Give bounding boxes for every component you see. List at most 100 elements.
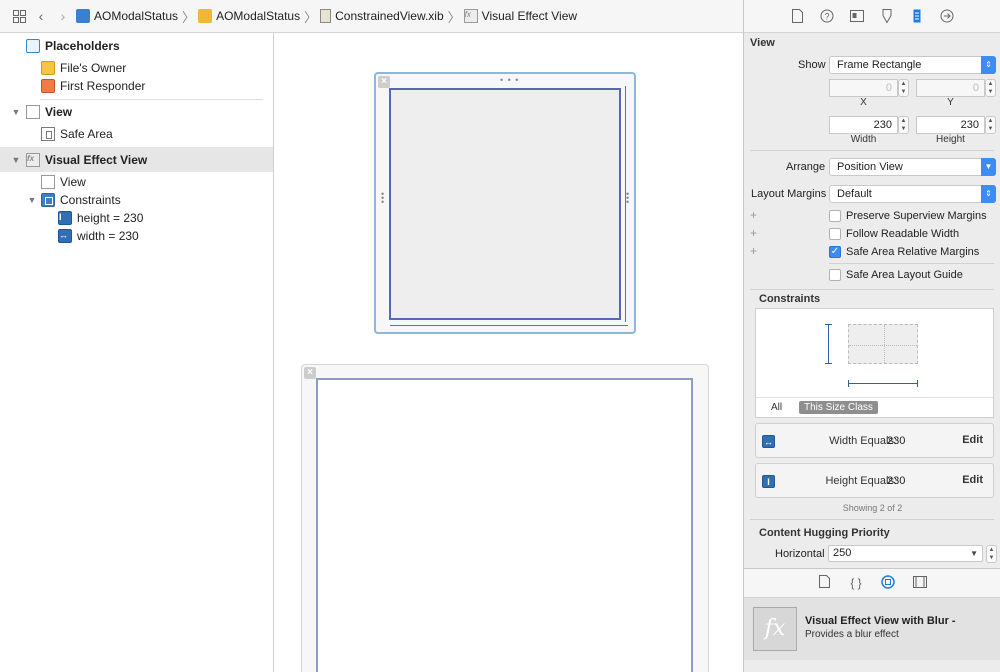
y-stepper[interactable]: ▲ ▼ — [985, 79, 996, 97]
grid-line — [884, 325, 885, 363]
y-field[interactable]: 0 — [916, 79, 985, 97]
view-section-title: View — [750, 37, 775, 49]
horizontal-label: Horizontal — [775, 548, 825, 560]
identity-inspector-icon[interactable] — [849, 8, 865, 24]
code-snippet-icon[interactable]: { } — [848, 576, 864, 590]
tab-this-size-class[interactable]: This Size Class — [799, 401, 878, 414]
inspector-toolbar: ? — [743, 0, 1000, 33]
width-stepper[interactable]: ▲ ▼ — [898, 116, 909, 134]
resize-handle-top-icon[interactable]: • • • — [500, 76, 519, 85]
width-caption: Width — [850, 134, 877, 145]
preserve-superview-margins-checkbox[interactable] — [829, 210, 841, 222]
outline-placeholders[interactable]: Placeholders — [0, 37, 273, 55]
horizontal-priority-stepper[interactable]: ▲ ▼ — [986, 545, 997, 563]
breadcrumb-visual-effect-view[interactable]: fx Visual Effect View — [463, 9, 577, 23]
outline-safe-area[interactable]: Safe Area — [0, 125, 273, 143]
visual-effect-view-scene[interactable]: × • • • • • • • • • — [374, 72, 636, 334]
object-library: fx Visual Effect View with Blur - Provid… — [743, 598, 1000, 672]
library-item-title-suffix: - — [948, 615, 956, 627]
attributes-inspector-icon[interactable] — [879, 8, 895, 24]
view-scene[interactable]: × — [301, 364, 709, 672]
safe-area-relative-margins-label: Safe Area Relative Margins — [846, 246, 980, 258]
height-stepper[interactable]: ▲ ▼ — [985, 116, 996, 134]
disclosure-triangle-icon[interactable]: ▼ — [11, 155, 21, 165]
breadcrumb-project[interactable]: AOModalStatus — [76, 9, 178, 23]
outline-height-constraint[interactable]: I height = 230 — [0, 209, 273, 227]
horizontal-priority-field[interactable]: 250 ▼ — [828, 545, 983, 562]
outline-visual-effect-view[interactable]: ▼ fx Visual Effect View — [0, 148, 273, 172]
disclosure-triangle-icon[interactable]: ▼ — [11, 107, 21, 117]
add-variation-icon[interactable]: + — [750, 208, 757, 222]
constraint-filter-tabs: All This Size Class — [756, 397, 993, 417]
width-constraint-indicator — [848, 380, 918, 387]
width-constraint-icon: ↔ — [762, 435, 775, 448]
breadcrumb-folder[interactable]: AOModalStatus — [198, 9, 300, 23]
visual-effect-view-content[interactable] — [389, 88, 621, 320]
library-item-title-text: Visual Effect View with Blur — [805, 615, 949, 627]
media-library-icon[interactable] — [912, 575, 928, 591]
library-toolbar: { } — [743, 568, 1000, 598]
view-icon — [26, 105, 40, 119]
file-template-icon[interactable] — [816, 575, 832, 591]
safe-area-layout-guide-label: Safe Area Layout Guide — [846, 269, 963, 281]
view-icon — [41, 175, 55, 189]
disclosure-triangle-icon[interactable]: ▼ — [27, 195, 37, 205]
x-stepper[interactable]: ▲ ▼ — [898, 79, 909, 97]
related-items-icon[interactable] — [10, 6, 28, 26]
library-item-visual-effect-view-blur[interactable]: fx Visual Effect View with Blur - Provid… — [744, 598, 1000, 660]
divider — [750, 150, 994, 151]
forward-arrow-icon[interactable]: › — [54, 6, 72, 26]
size-inspector-icon[interactable] — [909, 8, 925, 24]
library-item-title: Visual Effect View with Blur - — [805, 615, 956, 627]
document-outline: Placeholders File's Owner First Responde… — [0, 33, 274, 672]
safe-area-relative-margins-checkbox[interactable]: ✓ — [829, 246, 841, 258]
back-arrow-icon[interactable]: ‹ — [32, 6, 50, 26]
preserve-superview-margins-label: Preserve Superview Margins — [846, 210, 987, 222]
resize-handle-left-icon[interactable]: • • • — [381, 190, 385, 207]
constraint-value: 230 — [887, 435, 906, 447]
show-popup[interactable]: Frame Rectangle ⇕ — [829, 56, 996, 74]
quick-help-icon[interactable]: ? — [819, 8, 835, 24]
combo-arrow-icon[interactable]: ▼ — [970, 546, 978, 561]
add-variation-icon[interactable]: + — [750, 244, 757, 258]
view-scene-content[interactable] — [316, 378, 693, 672]
height-constraint-line[interactable] — [625, 86, 626, 322]
placeholder-cube-icon — [26, 39, 40, 53]
scene-close-icon[interactable]: × — [304, 367, 316, 379]
outline-width-constraint[interactable]: ↔ width = 230 — [0, 227, 273, 245]
svg-text:?: ? — [824, 12, 829, 22]
file-inspector-icon[interactable] — [789, 8, 805, 24]
height-constraint-row[interactable]: I Height Equals: 230 Edit — [755, 463, 994, 498]
constraints-diagram[interactable]: All This Size Class — [755, 308, 994, 418]
width-constraint-row[interactable]: ↔ Width Equals: 230 Edit — [755, 423, 994, 458]
safe-area-layout-guide-checkbox[interactable] — [829, 269, 841, 281]
add-variation-icon[interactable]: + — [750, 226, 757, 240]
scene-close-icon[interactable]: × — [378, 76, 390, 88]
popup-arrows-icon: ⇕ — [981, 185, 996, 203]
height-field[interactable]: 230 — [916, 116, 985, 134]
outline-files-owner[interactable]: File's Owner — [0, 59, 273, 77]
interface-builder-canvas[interactable]: × • • • • • • • • • × — [274, 33, 743, 672]
popup-arrow-icon: ▼ — [981, 158, 996, 176]
layout-margins-popup[interactable]: Default ⇕ — [829, 185, 996, 203]
outline-first-responder[interactable]: First Responder — [0, 77, 273, 95]
visual-effect-icon: fx — [463, 9, 478, 23]
grid-line — [849, 345, 917, 346]
edit-constraint-button[interactable]: Edit — [962, 474, 983, 486]
connections-inspector-icon[interactable] — [939, 8, 955, 24]
x-field[interactable]: 0 — [829, 79, 898, 97]
follow-readable-width-checkbox[interactable] — [829, 228, 841, 240]
outline-vev-view[interactable]: View — [0, 173, 273, 191]
width-field[interactable]: 230 — [829, 116, 898, 134]
arrange-label: Arrange — [786, 161, 826, 173]
arrange-popup[interactable]: Position View ▼ — [829, 158, 996, 176]
outline-constraints[interactable]: ▼ Constraints — [0, 191, 273, 209]
tab-all[interactable]: All — [771, 402, 782, 413]
resize-handle-right-icon[interactable]: • • • — [626, 190, 630, 207]
breadcrumb-file[interactable]: ConstrainedView.xib — [320, 9, 444, 23]
edit-constraint-button[interactable]: Edit — [962, 434, 983, 446]
height-caption: Height — [936, 134, 965, 145]
object-library-icon[interactable] — [880, 574, 896, 592]
width-constraint-line[interactable] — [390, 325, 628, 326]
outline-view[interactable]: ▼ View — [0, 103, 273, 121]
